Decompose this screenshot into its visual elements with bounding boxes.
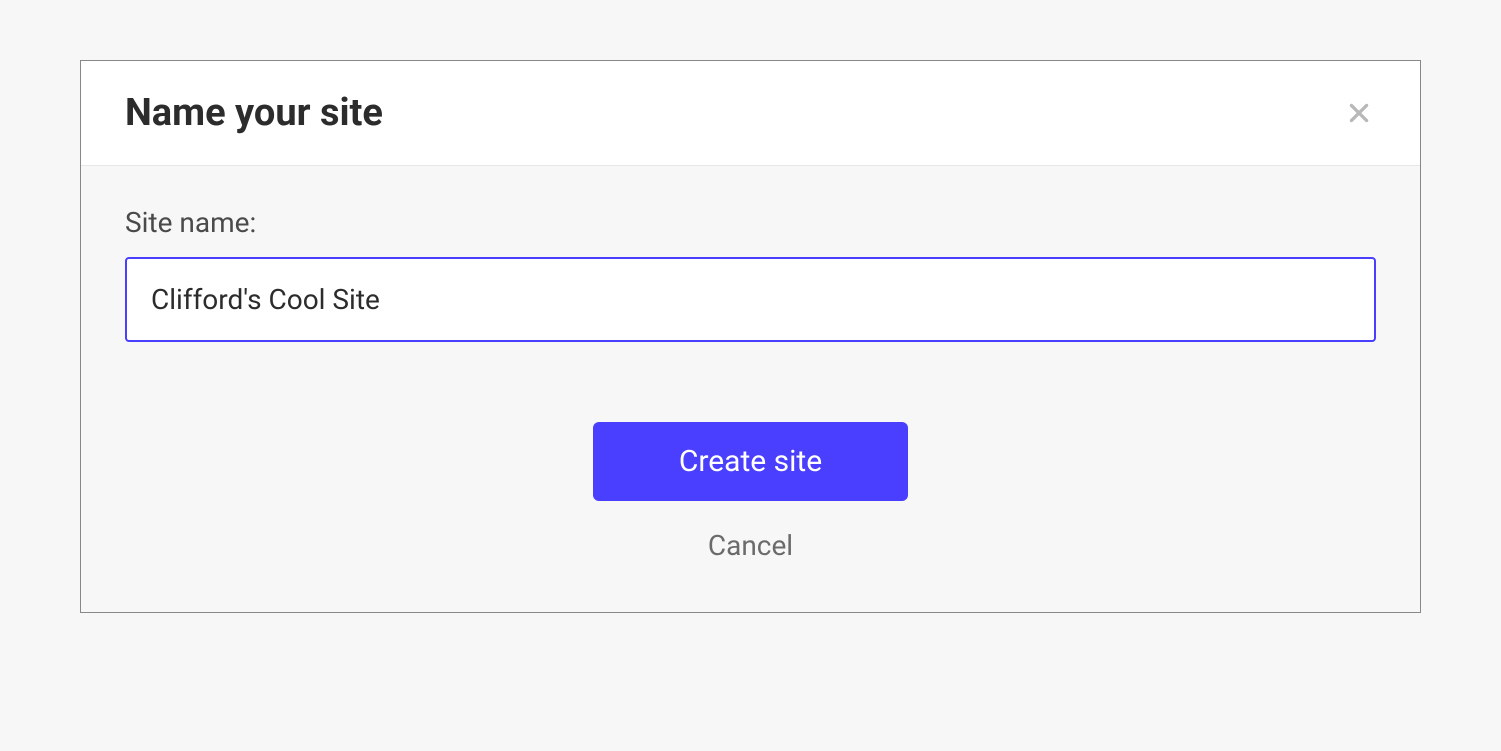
name-site-dialog: Name your site Site name: Create site Ca…	[80, 60, 1421, 613]
dialog-title: Name your site	[125, 91, 383, 135]
site-name-label: Site name:	[125, 206, 1376, 239]
site-name-input[interactable]	[125, 257, 1376, 342]
dialog-actions: Create site Cancel	[125, 422, 1376, 562]
close-icon	[1346, 100, 1372, 126]
dialog-body: Site name: Create site Cancel	[81, 166, 1420, 612]
dialog-header: Name your site	[81, 61, 1420, 166]
cancel-button[interactable]: Cancel	[708, 529, 793, 562]
create-site-button[interactable]: Create site	[593, 422, 908, 501]
close-button[interactable]	[1342, 96, 1376, 130]
